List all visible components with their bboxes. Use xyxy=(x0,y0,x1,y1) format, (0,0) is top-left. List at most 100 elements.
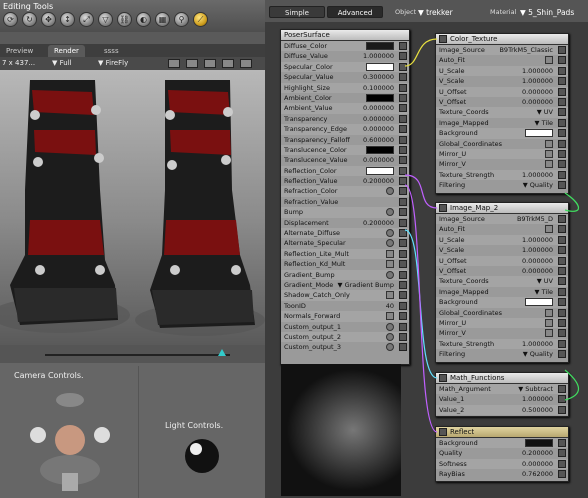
node-row[interactable]: Filtering ▼ Quality xyxy=(436,180,568,190)
param-value[interactable]: 0.000000 xyxy=(522,87,553,97)
render-settings-icon[interactable] xyxy=(222,59,234,68)
node-row[interactable]: Diffuse_Value 1.000000 xyxy=(281,51,409,61)
param-value[interactable]: 0.000000 xyxy=(363,103,394,113)
param-value[interactable]: ▼ Gradient Bump xyxy=(338,280,394,290)
input-plug-icon[interactable] xyxy=(399,197,407,206)
chain-break-icon[interactable]: ⛓ xyxy=(117,12,132,27)
input-plug-icon[interactable] xyxy=(558,160,566,169)
node-row[interactable]: Specular_Value 0.300000 xyxy=(281,72,409,82)
input-plug-icon[interactable] xyxy=(399,239,407,248)
input-plug-icon[interactable] xyxy=(558,470,566,479)
node-row[interactable]: Refraction_Value xyxy=(281,197,409,207)
node-row[interactable]: Refraction_Color xyxy=(281,186,409,197)
color-swatch[interactable] xyxy=(366,145,394,154)
input-plug-icon[interactable] xyxy=(399,52,407,61)
param-value[interactable]: 0.000000 xyxy=(522,459,553,469)
param-value[interactable]: 1.000000 xyxy=(522,76,553,86)
param-value[interactable]: 0.000000 xyxy=(363,155,394,165)
input-plug-icon[interactable] xyxy=(558,139,566,148)
node-row[interactable]: U_Scale 1.000000 xyxy=(436,234,568,246)
node-row[interactable]: Alternate_Diffuse xyxy=(281,228,409,239)
node-row[interactable]: Quality 0.200000 xyxy=(436,448,568,458)
reflect-header[interactable]: Reflect xyxy=(436,427,568,438)
input-plug-icon[interactable] xyxy=(558,329,566,338)
render-icon[interactable] xyxy=(168,59,180,68)
input-plug-icon[interactable] xyxy=(558,66,566,75)
color-swatch[interactable] xyxy=(525,298,553,307)
node-row[interactable]: Image_Source B9TrkM5_D xyxy=(436,214,568,225)
param-value[interactable]: 0.200000 xyxy=(363,176,394,186)
input-plug-icon[interactable] xyxy=(558,181,566,190)
translate-in-out-icon[interactable]: ↕ xyxy=(60,12,75,27)
node-row[interactable]: Texture_Coords ▼ UV xyxy=(436,276,568,287)
view-magnifier-icon[interactable]: ⚲ xyxy=(174,12,189,27)
math-functions-node[interactable]: Math_Functions Math_Argument ▼ Subtract Va… xyxy=(435,372,569,417)
input-plug-icon[interactable] xyxy=(399,208,407,217)
tab-ssss[interactable]: ssss xyxy=(98,45,125,57)
node-row[interactable]: Filtering ▼ Quality xyxy=(436,349,568,359)
input-plug-icon[interactable] xyxy=(558,77,566,86)
input-plug-icon[interactable] xyxy=(399,270,407,279)
node-row[interactable]: Mirror_V xyxy=(436,328,568,338)
input-plug-icon[interactable] xyxy=(558,308,566,317)
checkbox[interactable] xyxy=(545,308,553,317)
input-plug-icon[interactable] xyxy=(399,145,407,154)
taper-tool-icon[interactable]: ▽ xyxy=(98,12,113,27)
param-value[interactable]: 0.000000 xyxy=(522,256,553,266)
input-plug-icon[interactable] xyxy=(399,62,407,71)
material-dropdown[interactable]: ▼ 5_Shin_Pads xyxy=(520,8,574,17)
param-value[interactable]: 0.000000 xyxy=(363,124,394,134)
input-plug-icon[interactable] xyxy=(558,277,566,286)
input-plug-icon[interactable] xyxy=(399,93,407,102)
node-row[interactable]: Texture_Coords ▼ UV xyxy=(436,107,568,118)
color-swatch[interactable] xyxy=(366,42,394,50)
input-plug-icon[interactable] xyxy=(399,322,407,331)
render-fit-dropdown[interactable]: ▼ Full xyxy=(52,59,72,67)
param-value[interactable]: 1.000000 xyxy=(522,235,553,245)
node-row[interactable]: Translucence_Value 0.000000 xyxy=(281,155,409,165)
input-plug-icon[interactable] xyxy=(558,385,566,393)
node-row[interactable]: U_Scale 1.000000 xyxy=(436,65,568,77)
input-plug-icon[interactable] xyxy=(399,343,407,352)
node-row[interactable]: Reflection_Color xyxy=(281,165,409,177)
tab-preview[interactable]: Preview xyxy=(0,45,39,57)
node-row[interactable]: Custom_output_1 xyxy=(281,322,409,332)
morphing-tool-icon[interactable]: ⟋ xyxy=(193,12,208,27)
input-plug-icon[interactable] xyxy=(399,249,407,258)
input-plug-icon[interactable] xyxy=(558,246,566,255)
checkbox[interactable] xyxy=(545,318,553,327)
node-row[interactable]: Image_Mapped ▼ Tile xyxy=(436,118,568,128)
translate-tool-icon[interactable]: ✥ xyxy=(41,12,56,27)
color-swatch[interactable] xyxy=(525,129,553,138)
help-icon[interactable] xyxy=(386,208,394,217)
input-plug-icon[interactable] xyxy=(558,395,566,404)
color-texture-node[interactable]: Color_Texture Image_Source B9TrkM5_Classi… xyxy=(435,33,569,194)
node-row[interactable]: V_Scale 1.000000 xyxy=(436,76,568,86)
input-plug-icon[interactable] xyxy=(558,129,566,138)
param-value[interactable]: 0.000000 xyxy=(522,266,553,276)
input-plug-icon[interactable] xyxy=(399,218,407,227)
node-row[interactable]: Bump xyxy=(281,207,409,218)
help-icon[interactable] xyxy=(386,270,394,279)
input-plug-icon[interactable] xyxy=(399,125,407,134)
checkbox[interactable] xyxy=(386,249,394,258)
param-value[interactable]: 0.600000 xyxy=(363,135,394,145)
node-row[interactable]: Image_Source B9TrkM5_Classic xyxy=(436,45,568,56)
checkbox[interactable] xyxy=(545,329,553,338)
input-plug-icon[interactable] xyxy=(399,280,407,289)
input-plug-icon[interactable] xyxy=(558,87,566,96)
input-plug-icon[interactable] xyxy=(558,256,566,265)
node-row[interactable]: V_Offset 0.000000 xyxy=(436,266,568,276)
input-plug-icon[interactable] xyxy=(558,46,566,54)
image-map-header[interactable]: Image_Map_2 xyxy=(436,203,568,214)
param-value[interactable]: B9TrkM5_D xyxy=(517,214,553,224)
node-row[interactable]: Diffuse_Color xyxy=(281,41,409,52)
input-plug-icon[interactable] xyxy=(558,149,566,158)
param-value[interactable]: ▼ UV xyxy=(537,107,553,117)
reflect-node[interactable]: Reflect Background Quality 0.200000 Softnes… xyxy=(435,426,569,482)
node-row[interactable]: Transparency_Edge 0.000000 xyxy=(281,124,409,135)
node-row[interactable]: Value_2 0.500000 xyxy=(436,404,568,416)
node-row[interactable]: Mirror_V xyxy=(436,159,568,169)
node-collapse-icon[interactable] xyxy=(439,428,447,436)
node-row[interactable]: Texture_Strength 1.000000 xyxy=(436,169,568,181)
